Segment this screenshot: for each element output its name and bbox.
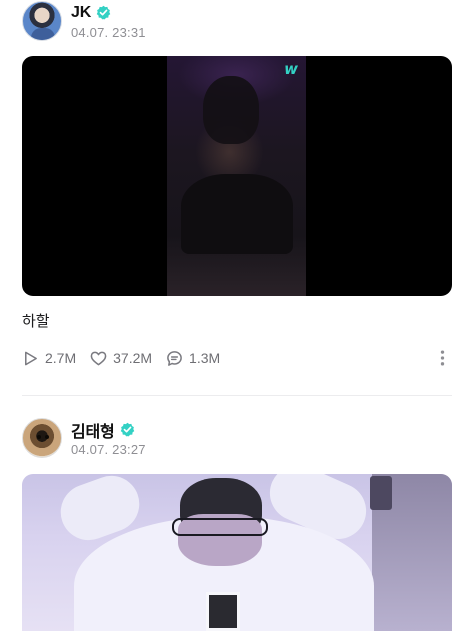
author-info: JK 04.07. 23:31 bbox=[71, 3, 146, 40]
comment-count: 1.3M bbox=[189, 350, 221, 366]
post-body-text: 하할 bbox=[22, 313, 50, 330]
video-frame: w bbox=[167, 56, 306, 296]
sweater-print bbox=[206, 592, 240, 631]
author-name-row: JK bbox=[71, 3, 146, 23]
like-count: 37.2M bbox=[113, 350, 153, 366]
author-info: 김태형 04.07. 23:27 bbox=[71, 420, 146, 457]
author-name[interactable]: JK bbox=[71, 4, 91, 22]
verified-badge-icon bbox=[96, 5, 111, 20]
video-background-object bbox=[370, 476, 392, 510]
author-name[interactable]: 김태형 bbox=[71, 418, 115, 442]
play-count: 2.7M bbox=[45, 350, 77, 366]
post-stats-row: 2.7M 37.2M 1.3M bbox=[22, 347, 452, 369]
play-count-button[interactable]: 2.7M bbox=[22, 350, 76, 367]
video-player-1[interactable]: w bbox=[22, 56, 452, 296]
heart-icon bbox=[90, 351, 107, 365]
post-time: 04.07. 23:31 bbox=[71, 24, 146, 40]
post-time: 04.07. 23:27 bbox=[71, 441, 146, 457]
video-subject-glasses bbox=[172, 518, 268, 536]
like-button[interactable]: 37.2M bbox=[90, 350, 152, 367]
weverse-logo: w bbox=[284, 60, 298, 78]
author-name-row: 김태형 bbox=[71, 418, 146, 442]
play-icon bbox=[25, 351, 37, 365]
more-vertical-icon bbox=[440, 350, 444, 366]
more-options-button[interactable] bbox=[432, 347, 452, 369]
comment-button[interactable]: 1.3M bbox=[166, 350, 220, 367]
video-player-2[interactable] bbox=[22, 474, 452, 631]
post-header-1: JK 04.07. 23:31 bbox=[22, 1, 146, 41]
post-header-2: 김태형 04.07. 23:27 bbox=[22, 418, 146, 458]
comment-icon bbox=[167, 350, 182, 366]
post-divider bbox=[22, 395, 452, 396]
author-avatar-taehyung[interactable] bbox=[22, 418, 62, 458]
verified-badge-icon bbox=[120, 422, 134, 437]
author-avatar-jk[interactable] bbox=[22, 1, 62, 41]
